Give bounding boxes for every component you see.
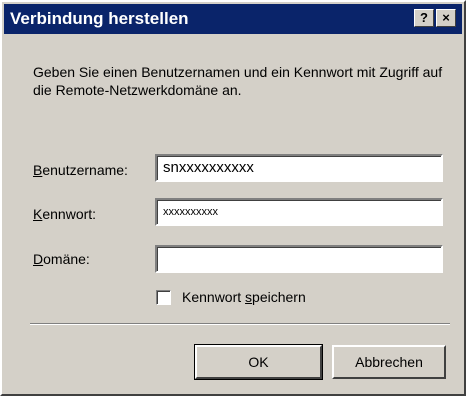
save-password-label[interactable]: Kennwort speichern [182,289,306,305]
ok-button[interactable]: OK [194,344,323,380]
instructions-text: Geben Sie einen Benutzernamen und ein Ke… [33,64,443,98]
password-field[interactable]: xxxxxxxxxx [155,198,443,226]
domain-field[interactable] [155,245,443,273]
save-password-checkbox[interactable] [156,290,171,305]
password-label: Kennwort: [33,206,97,222]
username-label: Benutzername: [33,162,128,178]
domain-label: Domäne: [33,251,90,267]
title-bar[interactable]: Verbindung herstellen ? × [4,4,462,34]
separator [30,323,450,325]
cancel-button[interactable]: Abbrechen [332,345,446,379]
help-icon[interactable]: ? [414,9,434,27]
username-field[interactable]: snxxxxxxxxxx [155,154,443,182]
close-icon[interactable]: × [436,9,456,27]
dialog-title: Verbindung herstellen [10,9,189,28]
